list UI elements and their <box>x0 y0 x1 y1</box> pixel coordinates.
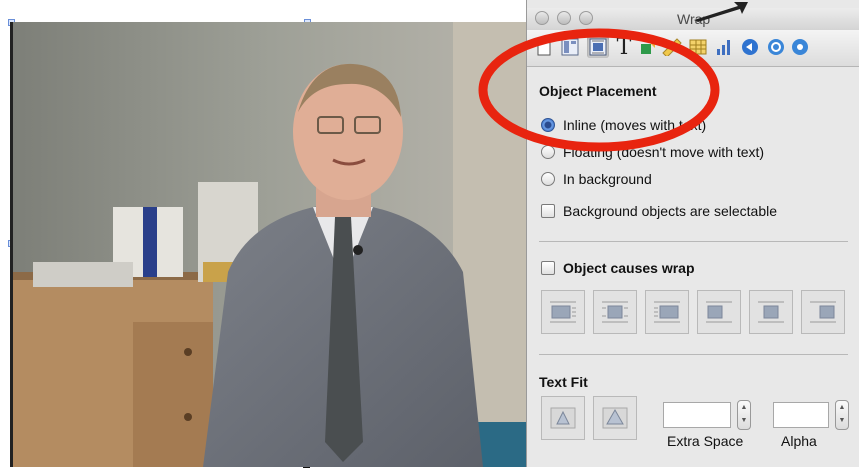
object-causes-wrap-checkbox[interactable] <box>541 261 555 275</box>
placement-background-label: In background <box>563 171 652 187</box>
layout-inspector-tab[interactable] <box>559 36 581 58</box>
section-divider <box>539 354 848 355</box>
section-divider <box>539 241 848 242</box>
placement-background-radio[interactable] <box>541 172 555 186</box>
text-fit-loose-button[interactable] <box>593 396 637 440</box>
hyperlink-inspector-tab[interactable] <box>739 36 761 58</box>
extra-space-label: Extra Space <box>667 433 744 449</box>
text-fit-heading: Text Fit <box>539 374 588 390</box>
quicktime-icon <box>768 39 784 55</box>
object-causes-wrap-label: Object causes wrap <box>563 260 695 276</box>
alpha-stepper[interactable]: ▲ ▼ <box>835 400 849 430</box>
more-inspector-tab[interactable] <box>789 36 811 58</box>
placement-inline-radio[interactable] <box>541 118 555 132</box>
placement-floating-label: Floating (doesn't move with text) <box>563 144 765 160</box>
text-fit-tight-icon <box>550 407 576 429</box>
background-selectable-option[interactable]: Background objects are selectable <box>541 203 777 219</box>
object-causes-wrap-option[interactable]: Object causes wrap <box>541 260 695 276</box>
wrap-style-top-left-button[interactable] <box>697 290 741 334</box>
extra-space-input[interactable] <box>663 402 731 428</box>
graphic-inspector-tab[interactable] <box>637 36 659 58</box>
background-selectable-checkbox[interactable] <box>541 204 555 218</box>
wrap-both-icon <box>602 301 628 323</box>
table-inspector-tab[interactable] <box>687 36 709 58</box>
placement-floating-option[interactable]: Floating (doesn't move with text) <box>541 144 764 160</box>
layout-icon <box>561 38 579 56</box>
quicktime-inspector-tab[interactable] <box>765 36 787 58</box>
text-inspector-tab[interactable]: T <box>613 34 635 60</box>
wrap-style-both-button[interactable] <box>593 290 637 334</box>
wrap-top-right-icon <box>810 301 836 323</box>
wrap-icon <box>589 38 607 56</box>
background-selectable-label: Background objects are selectable <box>563 203 778 219</box>
wrap-left-icon <box>550 301 576 323</box>
extra-space-stepper[interactable]: ▲ ▼ <box>737 400 751 430</box>
video-image[interactable] <box>10 22 529 467</box>
wrap-style-top-right-button[interactable] <box>801 290 845 334</box>
chart-inspector-tab[interactable] <box>713 36 735 58</box>
alpha-input[interactable] <box>773 402 829 428</box>
chart-icon <box>717 40 730 55</box>
placement-floating-radio[interactable] <box>541 145 555 159</box>
graphic-icon <box>641 40 655 54</box>
table-icon <box>689 39 707 55</box>
alpha-label: Alpha <box>781 433 817 449</box>
document-icon <box>537 38 551 56</box>
wrap-style-left-button[interactable] <box>541 290 585 334</box>
close-window-button[interactable] <box>535 11 549 25</box>
wrap-inspector-tab[interactable] <box>587 36 609 58</box>
wrap-top-center-icon <box>758 301 784 323</box>
video-still-illustration <box>13 22 529 467</box>
wrap-style-right-button[interactable] <box>645 290 689 334</box>
text-fit-loose-icon <box>602 407 628 429</box>
wrap-right-icon <box>654 301 680 323</box>
metrics-ruler-icon <box>662 38 682 56</box>
wrap-top-left-icon <box>706 301 732 323</box>
window-title: Wrap <box>677 11 711 27</box>
at-sign-icon <box>792 39 808 55</box>
hyperlink-icon <box>742 39 758 55</box>
inspector-toolbar: T <box>527 30 859 67</box>
placement-background-option[interactable]: In background <box>541 171 652 187</box>
placement-inline-label: Inline (moves with text) <box>563 117 707 133</box>
wrap-inspector-panel: Wrap T Object Placement Inline (moves wi… <box>526 0 859 467</box>
object-placement-heading: Object Placement <box>539 83 657 99</box>
text-fit-tight-button[interactable] <box>541 396 585 440</box>
placement-inline-option[interactable]: Inline (moves with text) <box>541 117 706 133</box>
zoom-window-button[interactable] <box>579 11 593 25</box>
metrics-inspector-tab[interactable] <box>661 36 683 58</box>
wrap-style-top-center-button[interactable] <box>749 290 793 334</box>
text-icon: T <box>616 34 632 60</box>
minimize-window-button[interactable] <box>557 11 571 25</box>
window-titlebar: Wrap <box>527 8 859 30</box>
document-inspector-tab[interactable] <box>533 36 555 58</box>
